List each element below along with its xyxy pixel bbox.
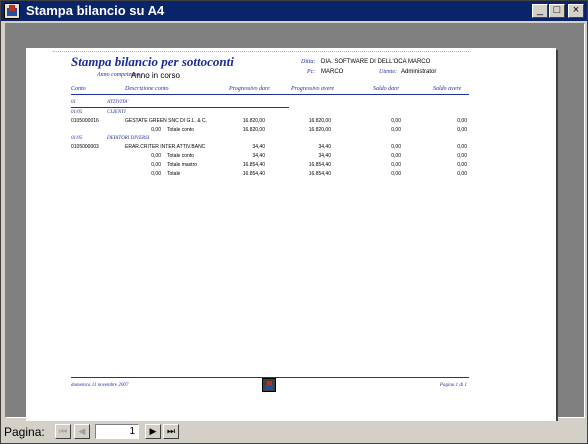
app-icon[interactable]	[4, 3, 20, 19]
progressivo-avere: 16.820,00	[308, 127, 331, 133]
col-header-saldo-dare: Saldo dare	[373, 86, 399, 92]
last-page-button[interactable]: ⏭	[163, 424, 179, 439]
progressivo-avere: 16.854,40	[308, 162, 331, 168]
title-bar[interactable]: Stampa bilancio su A4 _ □ ×	[1, 1, 587, 21]
saldo-dare: 0,00	[391, 153, 401, 159]
row-amount: 0,00	[151, 162, 161, 168]
window-title: Stampa bilancio su A4	[26, 3, 165, 18]
group-label: CLIENTI	[107, 110, 126, 115]
account-description: ERAR.CRITER INTER.ATTIV.BANC	[125, 144, 206, 150]
saldo-avere: 0,00	[457, 162, 467, 168]
account-code: 0105000003	[71, 144, 99, 150]
navigation-bar: Pagina: ⏮ ◀ 1 ▶ ⏭	[1, 421, 587, 443]
saldo-avere: 0,00	[457, 153, 467, 159]
col-header-descrizione: Descrizione conto	[125, 86, 169, 92]
group-underline	[71, 107, 289, 108]
total-label: Totale mastro	[167, 162, 198, 168]
saldo-avere: 0,00	[457, 118, 467, 124]
row-amount: 0,00	[151, 171, 161, 177]
minimize-button[interactable]: _	[532, 4, 548, 18]
progressivo-dare: 34,40	[252, 144, 265, 150]
header-underline	[71, 94, 469, 95]
progressivo-avere: 34,40	[318, 153, 331, 159]
progressivo-dare: 16.854,40	[242, 171, 265, 177]
saldo-avere: 0,00	[457, 127, 467, 133]
row-amount: 0,00	[151, 127, 161, 133]
maximize-button[interactable]: □	[549, 4, 565, 18]
next-page-button[interactable]: ▶	[145, 424, 161, 439]
saldo-dare: 0,00	[391, 118, 401, 124]
col-header-progressivo-dare: Progressivo dare	[229, 86, 270, 92]
total-label: Totale conto	[167, 153, 194, 159]
total-label: Totale	[167, 171, 181, 177]
top-divider	[53, 51, 469, 52]
close-button[interactable]: ×	[568, 4, 584, 18]
preview-area[interactable]	[5, 23, 585, 423]
progressivo-dare: 34,40	[252, 153, 265, 159]
page-label: Pagina:	[4, 425, 45, 439]
progressivo-dare: 16.820,00	[242, 118, 265, 124]
saldo-dare: 0,00	[391, 171, 401, 177]
report-title: Stampa bilancio per sottoconti	[71, 54, 234, 69]
utente-value: Administrator	[401, 69, 437, 75]
group-code: 01	[71, 100, 76, 105]
ditta-value: DIA. SOFTWARE DI DELL'OCA MARCO	[321, 59, 431, 65]
saldo-dare: 0,00	[391, 162, 401, 168]
footer-date: domenica 11 novembre 2007	[71, 383, 129, 388]
footer-page: Pagina 1 di 1	[439, 383, 467, 388]
col-header-conto: Conto	[71, 86, 86, 92]
col-header-saldo-avere: Saldo avere	[433, 86, 462, 92]
report-page	[26, 48, 556, 423]
saldo-avere: 0,00	[457, 171, 467, 177]
saldo-avere: 0,00	[457, 144, 467, 150]
row-amount: 0,00	[151, 153, 161, 159]
pc-label: Pc:	[307, 69, 316, 75]
col-header-progressivo-avere: Progressivo avere	[291, 86, 335, 92]
saldo-dare: 0,00	[391, 127, 401, 133]
ditta-label: Ditta:	[301, 59, 316, 65]
first-page-button[interactable]: ⏮	[55, 424, 71, 439]
group-label: ATTIVITA'	[107, 100, 129, 105]
saldo-dare: 0,00	[391, 144, 401, 150]
account-code: 0105000016	[71, 118, 99, 124]
prev-page-button[interactable]: ◀	[74, 424, 90, 439]
utente-label: Utente:	[379, 69, 397, 75]
page-number-input[interactable]: 1	[95, 424, 139, 439]
progressivo-dare: 16.820,00	[242, 127, 265, 133]
group-code: 01/05	[71, 136, 83, 141]
footer-logo-icon	[262, 378, 276, 392]
account-description: GESTATE GREEN SNC DI G.L. & C.	[125, 118, 208, 124]
report-window: Stampa bilancio su A4 _ □ × Stampa bilan…	[0, 0, 588, 444]
progressivo-avere: 16.854,40	[308, 171, 331, 177]
total-label: Totale conto	[167, 127, 194, 133]
progressivo-dare: 16.854,40	[242, 162, 265, 168]
group-label: DEBITORI DIVERSI	[107, 136, 150, 141]
progressivo-avere: 16.820,00	[308, 118, 331, 124]
progressivo-avere: 34,40	[318, 144, 331, 150]
pc-value: MARCO	[321, 69, 344, 75]
group-code: 01/05	[71, 110, 83, 115]
year-value: Anno in corso	[131, 71, 180, 80]
